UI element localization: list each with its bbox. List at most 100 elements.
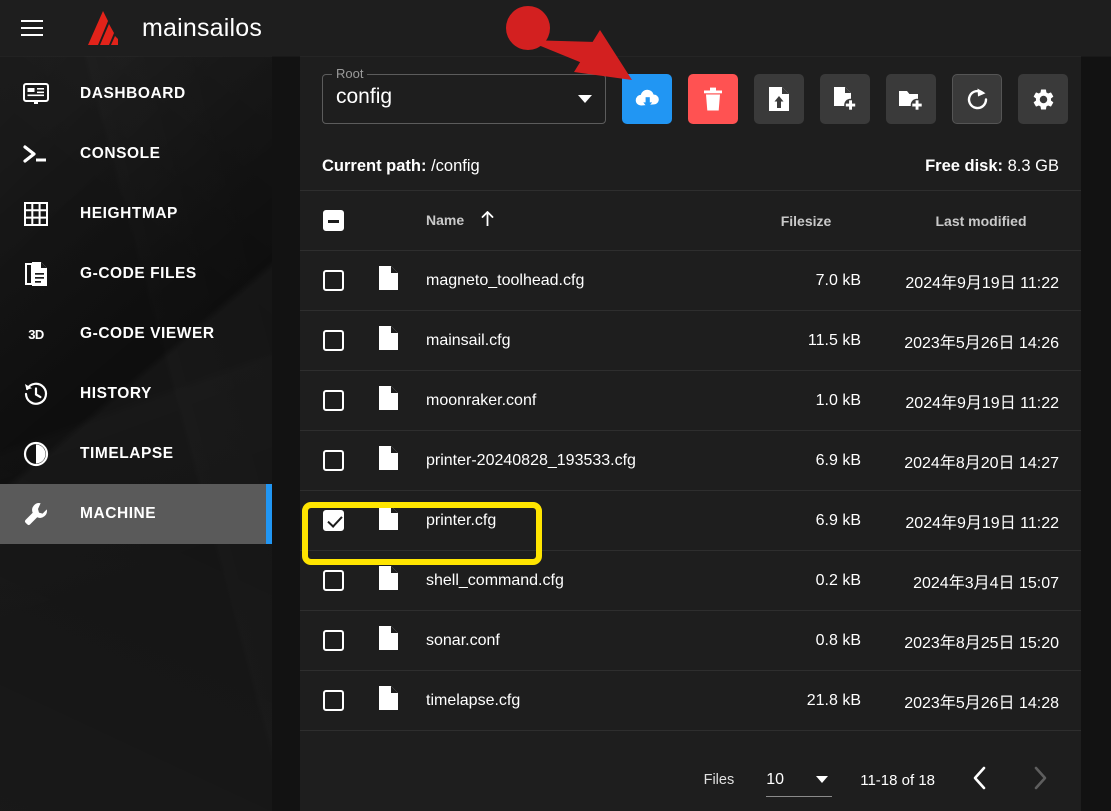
column-header-filesize[interactable]: Filesize [731, 190, 881, 251]
upload-file-button[interactable] [754, 74, 804, 124]
prev-page-button[interactable] [965, 765, 995, 795]
per-page-select[interactable]: 10 [766, 763, 833, 797]
row-last-modified: 2024年9月19日 11:22 [881, 490, 1081, 551]
icon-header-cell [366, 190, 410, 251]
3d-icon: 3D [28, 326, 44, 342]
file-icon [378, 386, 398, 415]
refresh-button[interactable] [952, 74, 1002, 124]
cloud-download-icon [634, 87, 661, 111]
row-file-name[interactable]: shell_command.cfg [410, 550, 731, 611]
row-file-size: 6.9 kB [731, 490, 881, 551]
row-file-name[interactable]: sonar.conf [410, 610, 731, 671]
hamburger-line [21, 27, 43, 29]
column-header-name[interactable]: Name [410, 190, 731, 251]
sidebar-item-console[interactable]: CONSOLE [0, 124, 272, 184]
hamburger-line [21, 20, 43, 22]
column-header-last-modified[interactable]: Last modified [881, 190, 1081, 251]
row-file-name[interactable]: printer.cfg [410, 490, 731, 551]
trash-icon [702, 87, 724, 112]
download-button[interactable] [622, 74, 672, 124]
new-folder-button[interactable] [886, 74, 936, 124]
row-file-size: 11.5 kB [731, 310, 881, 371]
row-checkbox[interactable] [322, 390, 344, 411]
row-file-name[interactable]: printer-20240828_193533.cfg [410, 430, 731, 491]
file-table-body: magneto_toolhead.cfg 7.0 kB 2024年9月19日 1… [300, 250, 1081, 731]
current-path-value: /config [431, 156, 480, 175]
select-all-checkbox[interactable] [322, 210, 344, 231]
row-checkbox-cell [300, 310, 366, 371]
table-row[interactable]: printer-20240828_193533.cfg 6.9 kB 2024年… [300, 430, 1081, 491]
sidebar-item-heightmap[interactable]: HEIGHTMAP [0, 184, 272, 244]
file-toolbar: Root config [300, 56, 1081, 142]
table-row[interactable]: mainsail.cfg 11.5 kB 2023年5月26日 14:26 [300, 310, 1081, 371]
row-checkbox[interactable] [322, 330, 344, 351]
table-row[interactable]: sonar.conf 0.8 kB 2023年8月25日 15:20 [300, 610, 1081, 671]
pagination-range: 11-18 of 18 [860, 771, 935, 789]
root-select-label: Root [332, 66, 368, 82]
row-checkbox-cell [300, 550, 366, 611]
row-file-name[interactable]: mainsail.cfg [410, 310, 731, 371]
gcode-files-icon [16, 259, 56, 289]
row-checkbox-cell [300, 430, 366, 491]
history-icon [16, 379, 56, 409]
current-path-label: Current path: [322, 156, 427, 175]
sidebar-item-history[interactable]: HISTORY [0, 364, 272, 424]
row-icon-cell [366, 550, 410, 611]
table-row[interactable]: magneto_toolhead.cfg 7.0 kB 2024年9月19日 1… [300, 250, 1081, 311]
row-file-name[interactable]: magneto_toolhead.cfg [410, 250, 731, 311]
file-icon [378, 506, 398, 535]
sidebar-item-label: HEIGHTMAP [80, 205, 178, 222]
path-bar: Current path: /config Free disk: 8.3 GB [300, 142, 1081, 190]
row-checkbox[interactable] [322, 570, 344, 591]
row-file-size: 0.2 kB [731, 550, 881, 611]
row-file-size: 7.0 kB [731, 250, 881, 311]
sidebar-item-machine[interactable]: MACHINE [0, 484, 272, 544]
folder-plus-icon [898, 88, 925, 111]
chevron-down-icon[interactable] [578, 95, 592, 103]
sidebar-item-gcode-files[interactable]: G-CODE FILES [0, 244, 272, 304]
row-checkbox[interactable] [322, 630, 344, 651]
row-checkbox[interactable] [322, 690, 344, 711]
mainsail-logo [88, 11, 118, 45]
console-icon [16, 139, 56, 169]
row-checkbox-cell [300, 370, 366, 431]
hamburger-icon[interactable] [8, 4, 56, 52]
row-checkbox[interactable] [322, 270, 344, 291]
wrench-icon [16, 499, 56, 529]
new-file-button[interactable] [820, 74, 870, 124]
gear-icon [1031, 87, 1056, 112]
settings-button[interactable] [1018, 74, 1068, 124]
free-disk-value: 8.3 GB [1007, 156, 1059, 175]
chevron-down-icon[interactable] [816, 776, 829, 783]
sidebar-item-gcode-viewer[interactable]: 3D G-CODE VIEWER [0, 304, 272, 364]
table-row[interactable]: shell_command.cfg 0.2 kB 2024年3月4日 15:07 [300, 550, 1081, 611]
row-file-name[interactable]: moonraker.conf [410, 370, 731, 431]
row-last-modified: 2023年5月26日 14:26 [881, 310, 1081, 371]
chevron-right-icon [1032, 766, 1048, 794]
sidebar-item-dashboard[interactable]: DASHBOARD [0, 64, 272, 124]
table-row-selected[interactable]: printer.cfg 6.9 kB 2024年9月19日 11:22 [300, 490, 1081, 551]
row-checkbox-cell [300, 490, 366, 551]
file-table: Name Filesize Last modified magneto_tool… [300, 190, 1081, 731]
next-page-button [1025, 765, 1055, 795]
row-icon-cell [366, 430, 410, 491]
current-path: Current path: /config [322, 157, 480, 176]
row-checkbox[interactable] [322, 450, 344, 471]
file-manager-card: Root config Current path: /config Free d… [300, 56, 1081, 811]
sort-ascending-icon [480, 211, 495, 230]
sidebar-item-label: TIMELAPSE [80, 445, 174, 462]
files-per-page-label: Files [703, 772, 735, 788]
root-select[interactable]: Root config [322, 66, 606, 124]
table-row[interactable]: timelapse.cfg 21.8 kB 2023年5月26日 14:28 [300, 670, 1081, 731]
timelapse-icon [16, 439, 56, 469]
row-file-size: 6.9 kB [731, 430, 881, 491]
table-row[interactable]: moonraker.conf 1.0 kB 2024年9月19日 11:22 [300, 370, 1081, 431]
delete-button[interactable] [688, 74, 738, 124]
pagination-bar: Files 10 11-18 of 18 [300, 749, 1081, 811]
row-icon-cell [366, 310, 410, 371]
table-header-row: Name Filesize Last modified [300, 190, 1081, 251]
sidebar-item-timelapse[interactable]: TIMELAPSE [0, 424, 272, 484]
file-icon [378, 626, 398, 655]
row-file-name[interactable]: timelapse.cfg [410, 670, 731, 731]
row-checkbox[interactable] [322, 510, 344, 531]
